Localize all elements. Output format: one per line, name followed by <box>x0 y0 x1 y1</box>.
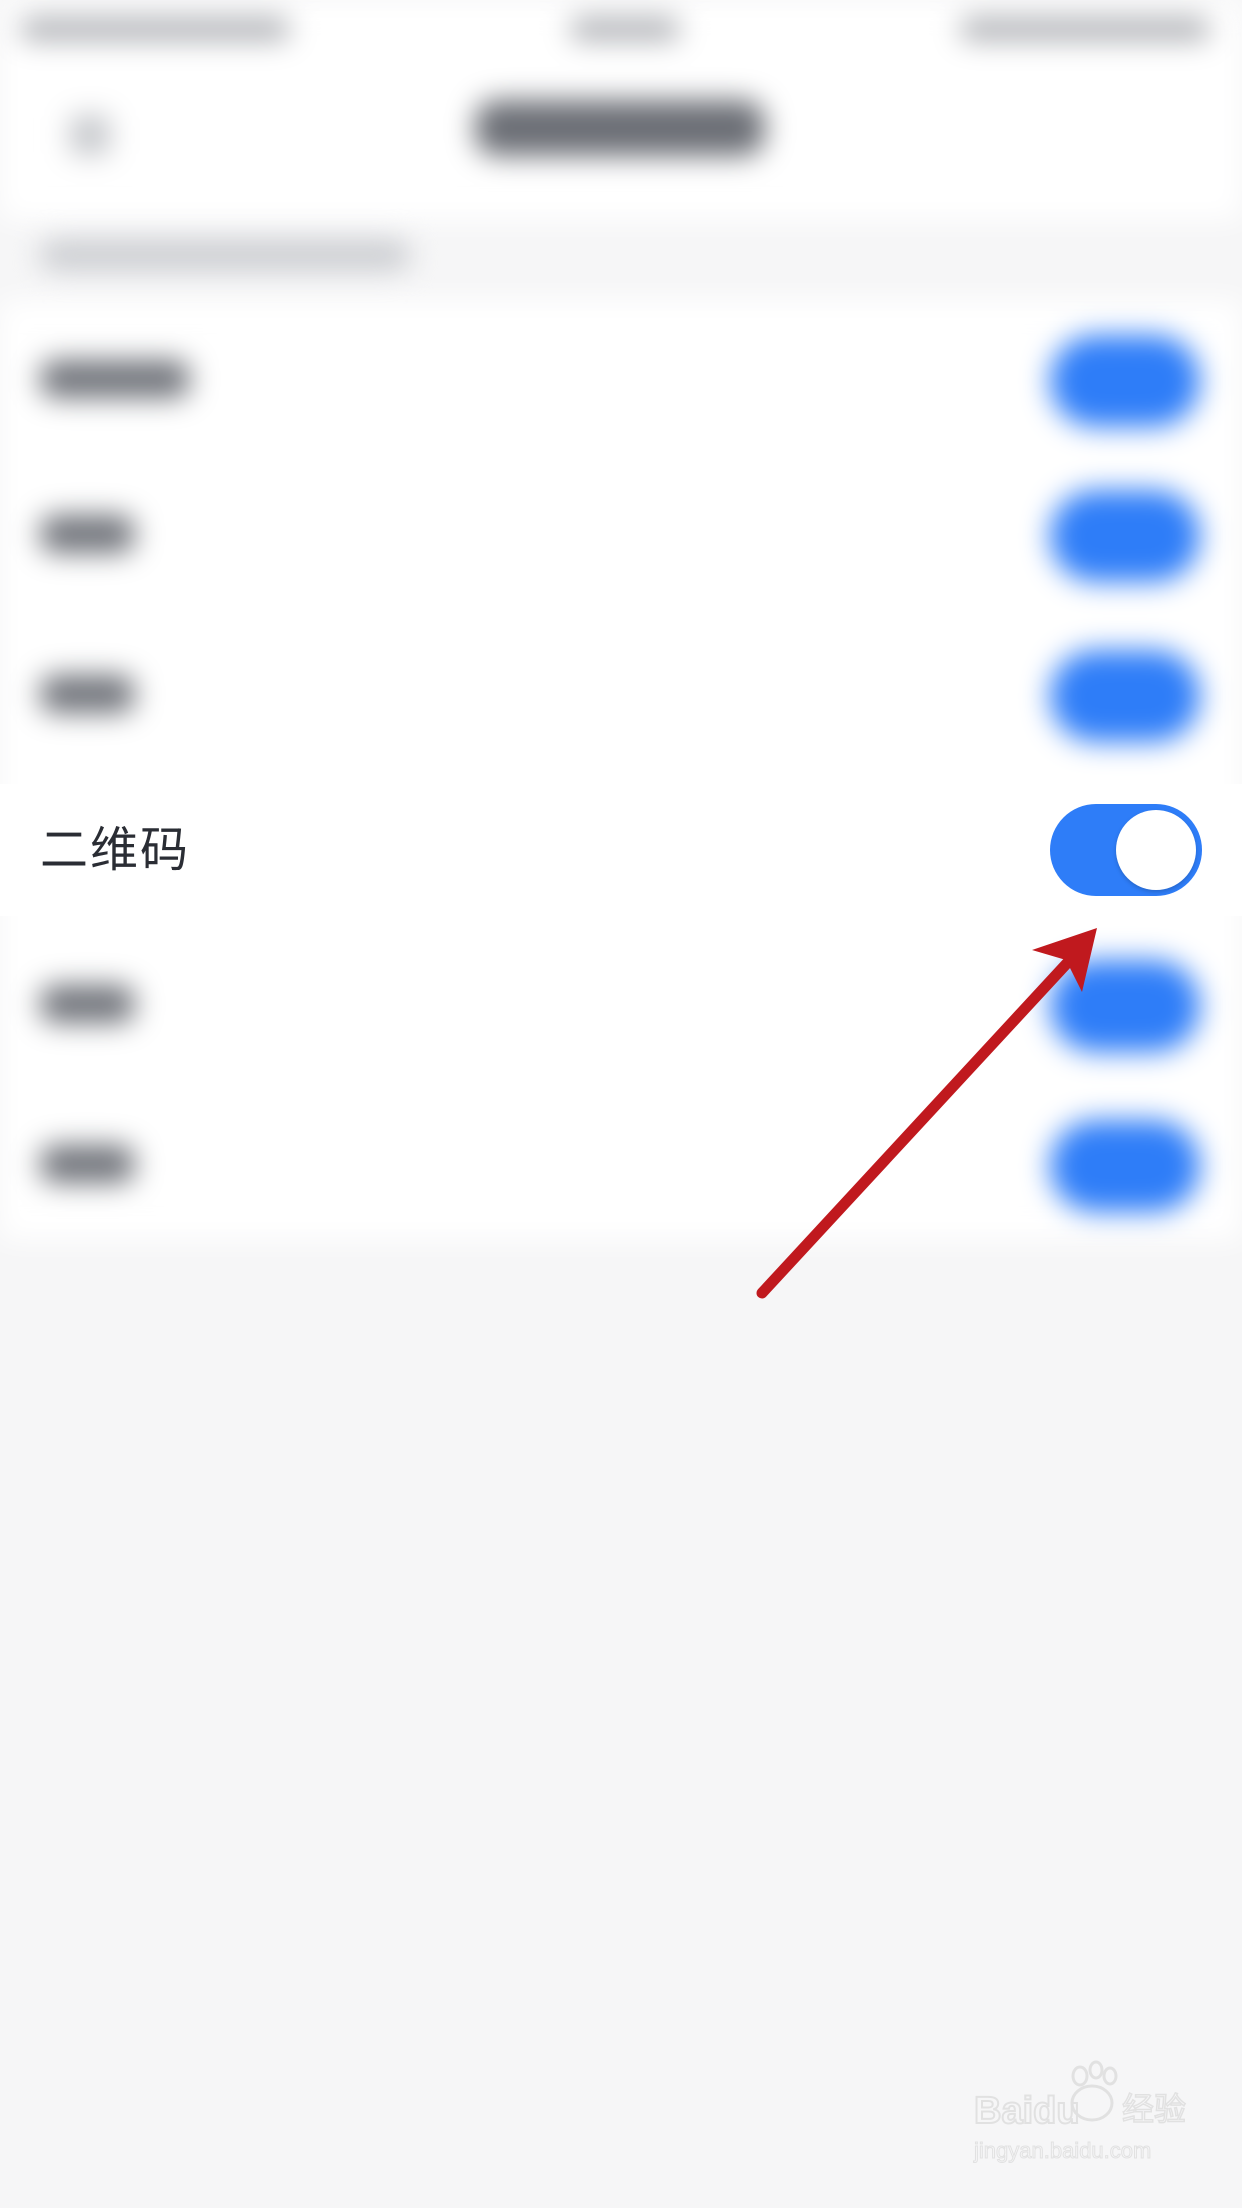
nav-bar <box>0 60 1242 220</box>
qr-code-toggle[interactable] <box>1050 804 1202 896</box>
setting-row-label <box>40 515 135 553</box>
qr-code-setting-row: 二维码 <box>0 784 1242 916</box>
blurred-background <box>0 0 1242 2208</box>
setting-row-toggle[interactable] <box>1050 1120 1200 1212</box>
back-icon[interactable] <box>70 115 110 155</box>
baidu-jingyan-logo: Baidu 经验 jingyan.baidu.com <box>973 2060 1187 2164</box>
section-hint <box>40 240 410 270</box>
watermark-brand: Baidu <box>974 2090 1080 2132</box>
setting-row-toggle[interactable] <box>1050 335 1200 427</box>
watermark-url: jingyan.baidu.com <box>973 2138 1151 2163</box>
setting-row-label <box>40 985 135 1023</box>
page-title <box>475 100 765 156</box>
status-bar <box>0 0 1242 60</box>
qr-code-label: 二维码 <box>40 822 191 878</box>
settings-screen: 二维码 Baidu 经验 jingyan.baidu.com <box>0 0 1242 2208</box>
settings-list <box>0 300 1242 1240</box>
toggle-knob <box>1116 810 1196 890</box>
setting-row-toggle[interactable] <box>1050 490 1200 582</box>
setting-row-toggle[interactable] <box>1050 650 1200 742</box>
setting-row-label <box>40 1145 135 1183</box>
watermark-product: 经验 <box>1122 2090 1186 2128</box>
setting-row-label <box>40 675 135 713</box>
setting-row-label <box>40 360 190 398</box>
setting-row-toggle[interactable] <box>1050 960 1200 1052</box>
